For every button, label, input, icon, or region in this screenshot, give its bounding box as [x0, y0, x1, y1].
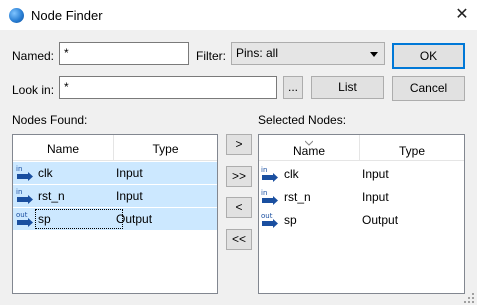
svg-text:out: out [16, 211, 28, 219]
sort-chevron-icon [304, 135, 314, 146]
node-type: Input [116, 189, 143, 203]
node-name: clk [38, 166, 53, 180]
resize-grip-icon[interactable] [464, 293, 475, 304]
move-all-left-button[interactable]: << [226, 229, 252, 250]
selected-nodes-row[interactable]: in rst_n Input [259, 186, 464, 208]
column-header-type[interactable]: Type [114, 142, 217, 156]
close-icon[interactable]: ✕ [452, 5, 472, 25]
look-in-input[interactable]: * [59, 76, 277, 99]
svg-text:in: in [16, 165, 22, 173]
filter-select[interactable]: Pins: all [231, 42, 385, 65]
window-title: Node Finder [31, 8, 103, 23]
nodes-found-list[interactable]: Name Type in clk Input in rst_n Input ou… [12, 134, 218, 294]
nodes-found-row[interactable]: in rst_n Input [13, 185, 217, 207]
selected-nodes-header: Name Type [259, 135, 464, 161]
browse-button[interactable]: ... [283, 76, 303, 99]
node-name: sp [38, 212, 51, 226]
selected-nodes-list[interactable]: Name Type in clk Input in rst_n Input ou… [258, 134, 465, 294]
input-pin-icon: in [261, 165, 279, 183]
svg-text:in: in [16, 188, 22, 196]
column-header-name[interactable]: Name [259, 144, 359, 158]
selected-nodes-row[interactable]: in clk Input [259, 163, 464, 185]
svg-text:in: in [261, 189, 267, 197]
nodes-found-header: Name Type [13, 135, 217, 161]
nodes-found-row[interactable]: in clk Input [13, 162, 217, 184]
node-type: Output [362, 213, 399, 227]
look-in-label: Look in: [12, 83, 55, 97]
ok-button[interactable]: OK [392, 43, 465, 69]
node-name: rst_n [284, 190, 311, 204]
nodes-found-label: Nodes Found: [12, 113, 88, 127]
output-pin-icon: out [16, 210, 34, 228]
node-name: rst_n [38, 189, 65, 203]
svg-text:in: in [261, 166, 267, 174]
named-label: Named: [12, 49, 55, 63]
nodes-found-row[interactable]: out sp Output [13, 208, 217, 230]
input-pin-icon: in [16, 187, 34, 205]
cancel-button[interactable]: Cancel [392, 76, 465, 101]
column-header-name[interactable]: Name [13, 142, 113, 156]
move-left-button[interactable]: < [226, 197, 252, 218]
chevron-down-icon [370, 52, 378, 57]
node-type: Output [116, 212, 153, 226]
input-pin-icon: in [16, 164, 34, 182]
list-button[interactable]: List [311, 76, 384, 99]
filter-label: Filter: [196, 49, 226, 63]
move-right-button[interactable]: > [226, 134, 252, 155]
filter-select-value: Pins: all [236, 46, 279, 60]
svg-text:out: out [261, 212, 273, 220]
node-type: Input [362, 190, 389, 204]
input-pin-icon: in [261, 188, 279, 206]
node-name: clk [284, 167, 299, 181]
selected-nodes-row[interactable]: out sp Output [259, 209, 464, 231]
selected-nodes-label: Selected Nodes: [258, 113, 347, 127]
node-type: Input [116, 166, 143, 180]
quartus-app-icon [9, 8, 24, 23]
named-input[interactable]: * [59, 42, 189, 65]
node-name: sp [284, 213, 297, 227]
column-header-type[interactable]: Type [360, 144, 464, 158]
move-all-right-button[interactable]: >> [226, 166, 252, 187]
node-type: Input [362, 167, 389, 181]
output-pin-icon: out [261, 211, 279, 229]
